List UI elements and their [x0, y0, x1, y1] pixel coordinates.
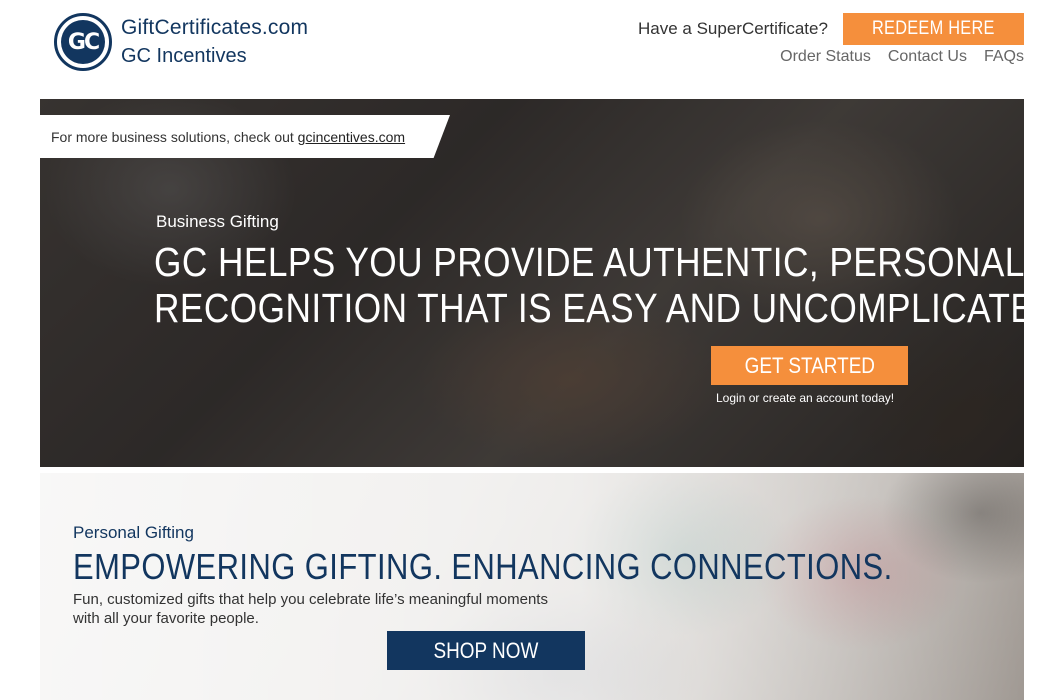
business-gifting-kicker: Business Gifting — [156, 212, 279, 231]
nav-contact-us[interactable]: Contact Us — [888, 48, 967, 66]
site-logo[interactable]: GC GiftCertificates.com GC Incentives — [54, 13, 308, 71]
business-headline: GC HELPS YOU PROVIDE AUTHENTIC, PERSONAL… — [154, 239, 1024, 331]
business-headline-line2: RECOGNITION THAT IS EASY AND UNCOMPLICAT… — [154, 285, 1024, 331]
logo-line-gc-incentives: GC Incentives — [121, 45, 247, 67]
nav-faqs[interactable]: FAQs — [984, 48, 1024, 66]
login-note: Login or create an account today! — [716, 391, 895, 405]
get-started-button[interactable]: GET STARTED — [711, 346, 908, 385]
personal-subtext: Fun, customized gifts that help you cele… — [73, 591, 548, 627]
personal-headline: EMPOWERING GIFTING. ENHANCING CONNECTION… — [73, 546, 893, 587]
logo-mark: GC — [61, 20, 105, 64]
business-headline-line1: GC HELPS YOU PROVIDE AUTHENTIC, PERSONAL… — [154, 239, 1024, 285]
gcincentives-link[interactable]: gcincentives.com — [298, 129, 405, 145]
personal-hero: Personal Gifting EMPOWERING GIFTING. ENH… — [40, 473, 1024, 700]
header-nav: Order Status Contact Us FAQs — [780, 48, 1024, 66]
logo-text: GiftCertificates.com GC Incentives — [121, 14, 308, 70]
supercertificate-question: Have a SuperCertificate? — [638, 19, 828, 38]
gc-logo-icon: GC — [54, 13, 112, 71]
business-hero: For more business solutions, check out g… — [40, 99, 1024, 467]
banner-text: For more business solutions, check out — [51, 129, 294, 145]
business-solutions-banner: For more business solutions, check out g… — [40, 115, 450, 158]
redeem-here-button[interactable]: REDEEM HERE — [843, 13, 1024, 45]
shop-now-button[interactable]: SHOP NOW — [387, 631, 585, 670]
personal-gifting-kicker: Personal Gifting — [73, 523, 194, 542]
logo-line-giftcertificates: GiftCertificates.com — [121, 16, 309, 39]
nav-order-status[interactable]: Order Status — [780, 48, 871, 66]
